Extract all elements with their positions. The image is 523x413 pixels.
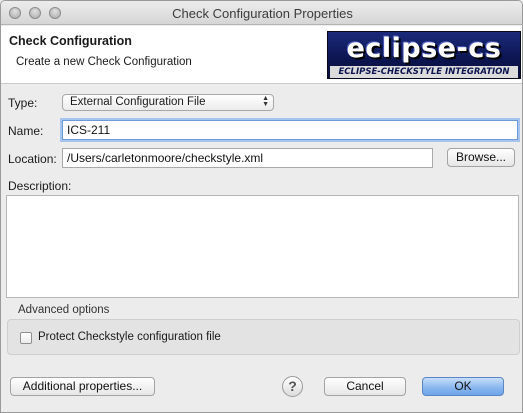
header-description: Create a new Check Configuration: [16, 56, 192, 68]
advanced-options-title: Advanced options: [18, 304, 110, 316]
cancel-button[interactable]: Cancel: [324, 377, 406, 396]
location-label: Location:: [8, 152, 57, 166]
title-bar[interactable]: Check Configuration Properties: [1, 1, 522, 25]
window-title: Check Configuration Properties: [172, 6, 353, 21]
description-textarea[interactable]: [6, 195, 519, 298]
protect-config-label[interactable]: Protect Checkstyle configuration file: [38, 331, 221, 343]
type-select-value: External Configuration File: [70, 96, 206, 108]
protect-config-checkbox[interactable]: [20, 332, 32, 344]
help-icon[interactable]: ?: [282, 376, 303, 397]
dialog-header: Check Configuration Create a new Check C…: [1, 26, 522, 84]
name-label: Name:: [8, 124, 44, 138]
additional-properties-button[interactable]: Additional properties...: [10, 377, 155, 396]
browse-button[interactable]: Browse...: [447, 148, 515, 167]
header-title: Check Configuration: [9, 34, 132, 48]
type-label: Type:: [8, 96, 38, 110]
type-select[interactable]: External Configuration File ▲ ▼: [62, 94, 274, 111]
logo-subtitle: ECLIPSE-CHECKSTYLE INTEGRATION: [330, 66, 518, 78]
eclipse-cs-logo: eclipse-cs ECLIPSE-CHECKSTYLE INTEGRATIO…: [327, 31, 521, 79]
select-arrows-icon: ▲ ▼: [262, 95, 269, 108]
logo-main-text: eclipse-cs: [346, 33, 502, 64]
name-input[interactable]: ICS-211: [62, 120, 518, 140]
description-label: Description:: [8, 179, 72, 193]
location-input[interactable]: /Users/carletonmoore/checkstyle.xml: [62, 148, 433, 168]
check-configuration-dialog: Check Configuration Properties Check Con…: [0, 0, 523, 413]
ok-button[interactable]: OK: [422, 377, 504, 396]
